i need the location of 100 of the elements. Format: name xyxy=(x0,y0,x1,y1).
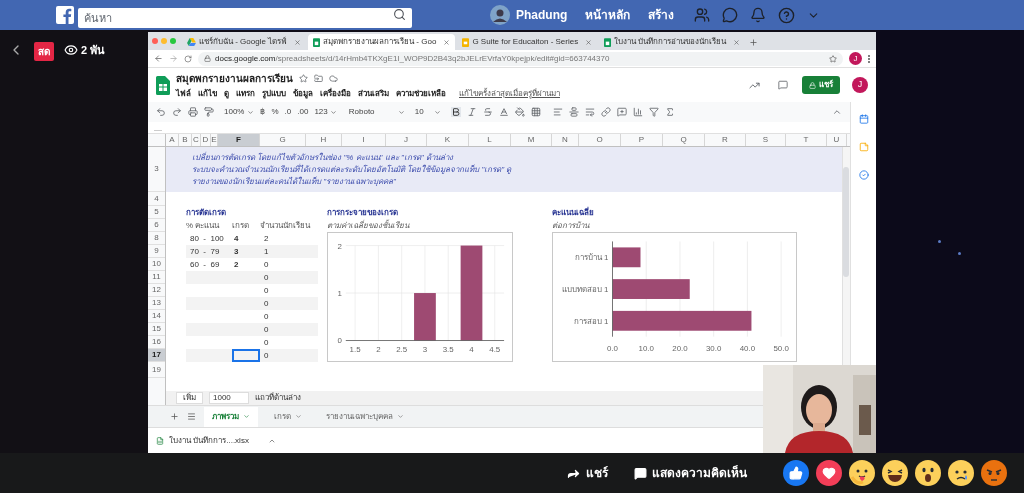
redo-icon[interactable] xyxy=(172,107,182,117)
fill-color-icon[interactable] xyxy=(514,107,525,117)
close-tab-icon[interactable] xyxy=(443,38,451,46)
note-icon[interactable] xyxy=(858,142,869,152)
link-icon[interactable] xyxy=(600,107,611,117)
row-header[interactable]: 3 xyxy=(148,147,165,192)
close-tab-icon[interactable] xyxy=(294,38,302,46)
browser-tab[interactable]: G Suite for Educaiton - Series xyxy=(457,34,598,50)
column-header[interactable]: U xyxy=(827,134,847,146)
add-rows-button[interactable]: เพิ่ม xyxy=(176,392,203,404)
sheet-tab[interactable]: เกรด xyxy=(266,406,310,427)
column-header[interactable]: P xyxy=(621,134,663,146)
sheet-tab[interactable]: รายงานเฉพาะบุคคล xyxy=(318,406,412,427)
comments-icon[interactable] xyxy=(778,80,788,90)
sheets-logo-icon[interactable] xyxy=(156,75,170,95)
selected-cell[interactable] xyxy=(232,349,260,362)
font-dropdown[interactable]: Roboto xyxy=(348,106,405,118)
profile-avatar[interactable]: J xyxy=(849,52,862,65)
help-icon[interactable] xyxy=(778,6,796,24)
column-header[interactable]: J xyxy=(386,134,427,146)
undo-icon[interactable] xyxy=(156,107,166,117)
column-header[interactable]: D xyxy=(201,134,211,146)
menu-item[interactable]: ไฟล์ xyxy=(176,87,191,100)
column-header[interactable]: S xyxy=(746,134,786,146)
reload-icon[interactable] xyxy=(184,54,192,63)
caret-icon[interactable] xyxy=(295,413,302,420)
add-comment-icon[interactable] xyxy=(616,107,627,117)
care-reaction-icon[interactable] xyxy=(849,460,875,486)
menu-item[interactable]: เครื่องมือ xyxy=(320,87,351,100)
row-header[interactable]: 13 xyxy=(148,297,165,310)
more-formats-dropdown[interactable]: 123 xyxy=(314,106,337,118)
column-header[interactable]: O xyxy=(579,134,621,146)
functions-icon[interactable] xyxy=(664,107,675,117)
last-edit-link[interactable]: แก้ไขครั้งล่าสุดเมื่อครู่ที่ผ่านมา xyxy=(459,87,560,100)
filter-icon[interactable] xyxy=(648,107,659,117)
share-button[interactable]: แชร์ xyxy=(566,464,608,482)
row-count-field[interactable]: 1000 xyxy=(209,392,249,404)
row-header[interactable]: 15 xyxy=(148,323,165,336)
add-sheet-icon[interactable] xyxy=(170,412,179,421)
account-avatar[interactable]: J xyxy=(852,77,868,93)
row-header[interactable]: 4 xyxy=(148,192,165,206)
strikethrough-icon[interactable] xyxy=(482,107,493,117)
love-reaction-icon[interactable] xyxy=(816,460,842,486)
borders-icon[interactable] xyxy=(530,107,541,117)
column-header[interactable]: H xyxy=(306,134,342,146)
sad-reaction-icon[interactable] xyxy=(948,460,974,486)
column-header[interactable]: L xyxy=(469,134,511,146)
italic-icon[interactable] xyxy=(466,107,477,117)
caret-icon[interactable] xyxy=(247,108,255,116)
calendar-icon[interactable] xyxy=(858,114,869,124)
collapse-icon[interactable] xyxy=(832,107,842,117)
increase-decimal-button[interactable]: .00 xyxy=(297,106,309,118)
menu-item[interactable]: แทรก xyxy=(236,87,255,100)
user-name-link[interactable]: Phadung xyxy=(516,6,568,24)
row-header[interactable]: 11 xyxy=(148,271,165,284)
caret-icon[interactable] xyxy=(243,413,250,420)
row-header[interactable]: 8 xyxy=(148,232,165,245)
caret-icon[interactable] xyxy=(329,108,337,116)
caret-icon[interactable] xyxy=(397,413,404,420)
new-tab-icon[interactable] xyxy=(749,37,759,47)
all-sheets-icon[interactable] xyxy=(187,412,196,421)
column-header[interactable]: A xyxy=(166,134,179,146)
document-title[interactable]: สมุดพกรายงานผลการเรียน xyxy=(176,70,293,86)
search-icon[interactable] xyxy=(393,8,406,21)
column-header[interactable]: I xyxy=(342,134,386,146)
forward-icon[interactable] xyxy=(169,54,178,63)
font-size-dropdown[interactable]: 10 xyxy=(414,106,441,118)
text-color-icon[interactable] xyxy=(498,107,509,117)
chart-icon[interactable] xyxy=(632,107,643,117)
browser-tab[interactable]: สมุดพกรายงานผลการเรียน - Goo xyxy=(308,34,456,50)
column-header[interactable]: B xyxy=(179,134,192,146)
close-tab-icon[interactable] xyxy=(585,38,593,46)
menu-item[interactable]: ข้อมูล xyxy=(293,87,313,100)
scrollbar-thumb[interactable] xyxy=(843,167,849,277)
url-field[interactable]: docs.google.com/spreadsheets/d/14rHmb4TKXgE1I_WOP9D2B43q2bJELrEVrfaY0kpejpk/edit#gid=663744370 xyxy=(198,51,843,66)
tasks-icon[interactable] xyxy=(858,170,869,180)
row-header[interactable]: 9 xyxy=(148,245,165,258)
facebook-logo-icon[interactable] xyxy=(56,6,74,24)
sheet-tab[interactable]: ภาพรวม xyxy=(204,406,258,427)
row-header[interactable]: 17 xyxy=(148,349,165,362)
row-header[interactable]: 12 xyxy=(148,284,165,297)
like-reaction-icon[interactable] xyxy=(783,460,809,486)
menu-item[interactable]: ส่วนเสริม xyxy=(358,87,389,100)
decrease-decimal-button[interactable]: .0 xyxy=(284,106,292,118)
browser-tab[interactable]: ใบงาน บันทึกการอ่านของนักเรียน xyxy=(599,34,746,50)
angry-reaction-icon[interactable] xyxy=(981,460,1007,486)
print-icon[interactable] xyxy=(188,107,198,117)
menu-item[interactable]: แก้ไข xyxy=(198,87,217,100)
bookmark-icon[interactable] xyxy=(829,54,837,63)
text-wrap-icon[interactable] xyxy=(584,107,595,117)
friends-icon[interactable] xyxy=(694,7,711,23)
column-header[interactable]: G xyxy=(260,134,306,146)
wow-reaction-icon[interactable] xyxy=(915,460,941,486)
percent-format-button[interactable]: % xyxy=(271,106,279,118)
column-header[interactable]: R xyxy=(705,134,746,146)
haha-reaction-icon[interactable] xyxy=(882,460,908,486)
vertical-align-icon[interactable] xyxy=(568,107,579,117)
row-header[interactable]: 5 xyxy=(148,206,165,219)
messenger-icon[interactable] xyxy=(722,7,739,23)
paint-format-icon[interactable] xyxy=(204,107,214,117)
